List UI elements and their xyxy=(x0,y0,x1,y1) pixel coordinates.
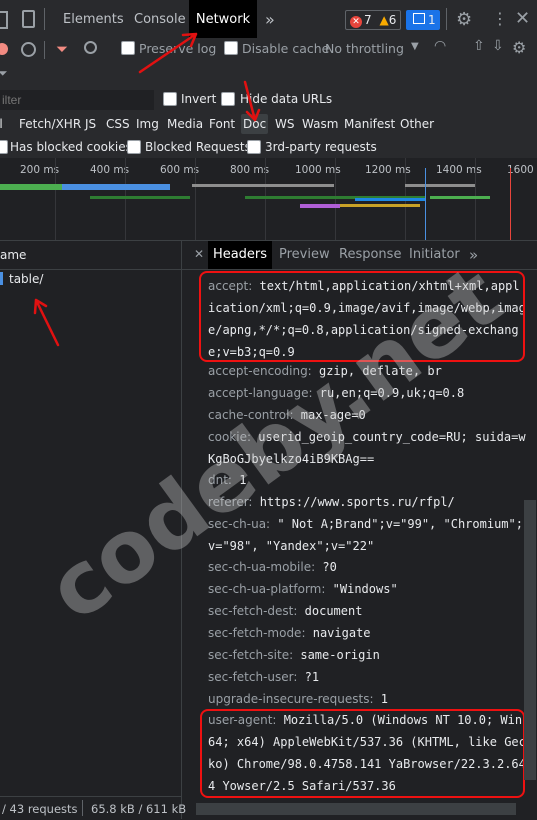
vertical-scrollbar[interactable] xyxy=(524,500,536,780)
arrow-to-doc-filter xyxy=(243,80,261,122)
horizontal-scrollbar[interactable] xyxy=(196,803,516,815)
arrow-to-network-tab xyxy=(138,32,198,74)
arrow-to-request xyxy=(33,298,60,347)
